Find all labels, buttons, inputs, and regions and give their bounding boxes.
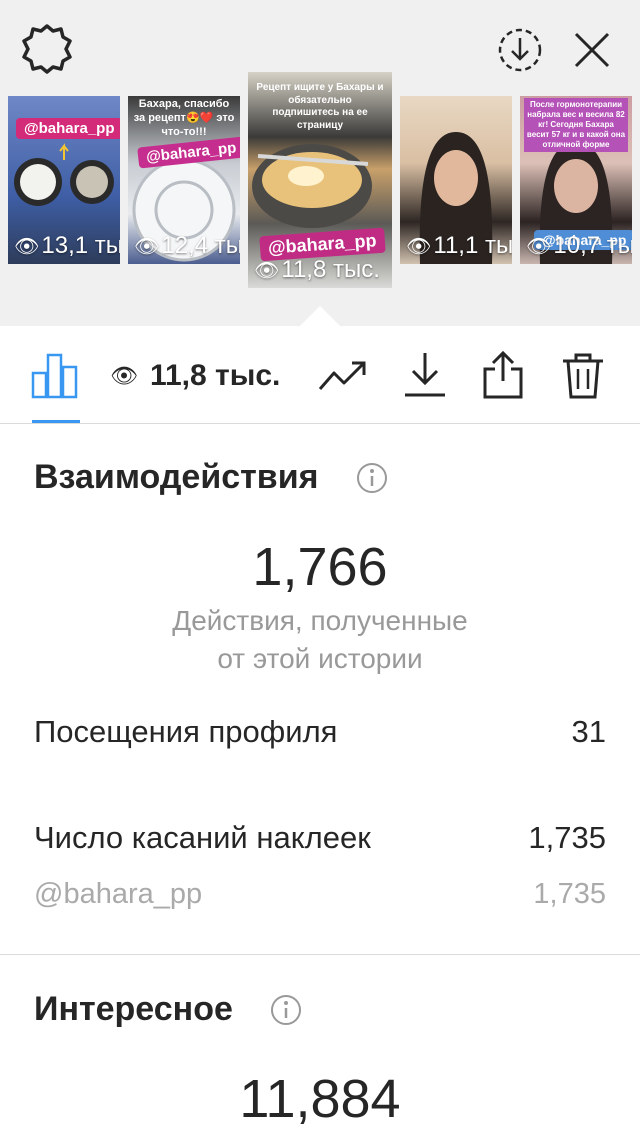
story-view-count: 👁 11,1 ты <box>406 232 512 260</box>
story-view-count: 👁 11,8 тыс. <box>254 256 380 284</box>
eye-icon: 👁 <box>406 235 432 258</box>
story-views-label: 12,4 ты <box>161 232 240 259</box>
insights-tab[interactable] <box>24 348 86 402</box>
interactions-total: 1,766 <box>252 537 388 597</box>
eye-icon: 👁 <box>110 363 138 388</box>
sticker-taps-label: Число касаний наклеек <box>34 820 371 855</box>
discovery-total: 11,884 <box>239 1069 401 1129</box>
delete-button[interactable] <box>556 350 610 400</box>
profile-visits-value: 31 <box>571 714 606 749</box>
eye-icon: 👁 <box>134 235 160 258</box>
info-icon[interactable] <box>356 462 388 494</box>
eye-icon: 👁 <box>254 259 280 282</box>
interactions-subtitle-line2: от этой истории <box>217 643 423 674</box>
share-icon <box>483 351 523 399</box>
mention-sticker: @bahara_pp <box>16 118 120 139</box>
settings-button[interactable] <box>20 22 74 76</box>
trending-up-icon <box>318 361 366 390</box>
eye-icon: 👁 <box>526 235 552 258</box>
story-views-label: 11,8 тыс. <box>281 256 380 283</box>
section-divider <box>0 954 640 955</box>
download-circle-icon <box>498 28 542 72</box>
story-caption: Рецепт ищите у Бахары и обязательно подп… <box>256 82 384 131</box>
story-views-label: 11,1 ты <box>433 232 512 259</box>
story-thumbnail-3-selected[interactable]: Рецепт ищите у Бахары и обязательно подп… <box>248 72 392 288</box>
views-count: 11,8 тыс. <box>149 359 281 392</box>
save-story-button[interactable] <box>494 24 546 76</box>
story-view-count: 👁 10,7 ты <box>526 232 632 260</box>
download-button[interactable] <box>398 350 452 400</box>
story-thumbnail-5[interactable]: После гормонотерапии набрала вес и весил… <box>520 96 632 264</box>
selected-story-pointer <box>300 306 340 326</box>
story-views-label: 13,1 ты <box>41 232 120 259</box>
story-view-count: 👁 13,1 ты <box>14 232 120 260</box>
share-button[interactable] <box>476 350 530 400</box>
profile-visits-label: Посещения профиля <box>34 714 338 749</box>
story-thumbnail-4[interactable]: 👁 11,1 ты <box>400 96 512 264</box>
story-views-label: 10,7 ты <box>553 232 632 259</box>
info-icon[interactable] <box>270 994 302 1026</box>
close-icon <box>574 32 610 68</box>
close-button[interactable] <box>566 24 618 76</box>
interactions-subtitle-line1: Действия, полученные <box>172 605 468 636</box>
story-caption: Бахара, спасибо за рецепт😍❤️ это что-то!… <box>133 98 235 138</box>
active-tab-indicator <box>32 420 80 423</box>
story-thumbnail-2[interactable]: Бахара, спасибо за рецепт😍❤️ это что-то!… <box>128 96 240 264</box>
sticker-taps-value: 1,735 <box>528 820 606 855</box>
trash-icon <box>563 353 603 399</box>
discovery-title: Интересное <box>34 990 233 1028</box>
story-thumbnail-1[interactable]: @bahara_pp 👁 13,1 ты <box>8 96 120 264</box>
eye-icon: 👁 <box>14 235 40 258</box>
gear-icon <box>22 24 72 74</box>
story-caption: После гормонотерапии набрала вес и весил… <box>524 98 628 152</box>
food-bowls-image <box>14 143 114 206</box>
promote-button[interactable] <box>316 350 370 400</box>
download-icon <box>405 353 445 397</box>
sticker-handle-label: @bahara_pp <box>34 878 203 910</box>
story-toolbar: 👁 11,8 тыс. <box>0 326 640 424</box>
story-view-count: 👁 12,4 ты <box>134 232 240 260</box>
interactions-title: Взаимодействия <box>34 458 319 496</box>
views-summary[interactable]: 👁 11,8 тыс. <box>110 356 280 396</box>
bar-chart-icon <box>31 353 78 399</box>
sticker-handle-value: 1,735 <box>533 878 606 910</box>
